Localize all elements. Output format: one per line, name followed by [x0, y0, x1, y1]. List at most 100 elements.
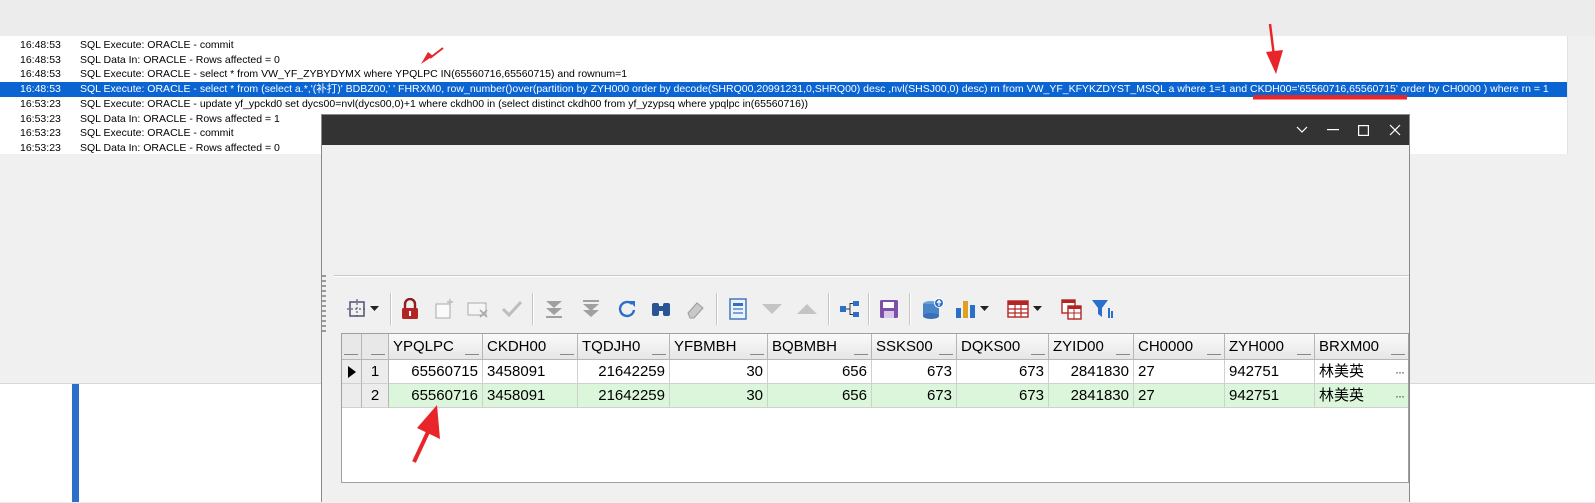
grid-settings-dropdown[interactable] [366, 294, 382, 324]
save-icon [880, 300, 898, 318]
tree-view-button[interactable] [835, 294, 865, 324]
last-record-button[interactable] [576, 294, 606, 324]
chevron-down-button[interactable] [1286, 115, 1317, 145]
cell-tqdjh0[interactable]: 21642259 [578, 360, 670, 384]
column-header-brxm00[interactable]: BRXM00 [1315, 334, 1408, 360]
grid-toolbar [336, 291, 1406, 327]
sort-asc-icon [797, 304, 817, 314]
table-layout-dropdown[interactable] [1029, 294, 1045, 324]
column-header-ckdh00[interactable]: CKDH00 [483, 334, 578, 360]
cell-dqks00[interactable]: 673 [957, 360, 1049, 384]
log-row-selected[interactable]: 16:48:53 SQL Execute: ORACLE - select * … [0, 82, 1567, 97]
column-header-bqbmbh[interactable]: BQBMBH [768, 334, 872, 360]
sort-descending-button[interactable] [757, 294, 787, 324]
cell-ch0000[interactable]: 27 [1134, 360, 1225, 384]
cell-ypqlpc[interactable]: 65560716 [389, 384, 483, 408]
report-button[interactable] [723, 294, 753, 324]
save-button[interactable] [874, 294, 904, 324]
export-button[interactable] [918, 294, 948, 324]
cell-ellipsis-button[interactable]: ··· [1395, 384, 1405, 407]
toolbar-separator [532, 293, 534, 325]
toolbar-separator [828, 293, 830, 325]
cell-zyh000[interactable]: 942751 [1225, 384, 1315, 408]
log-time: 16:48:53 [20, 68, 61, 81]
log-row[interactable]: 16:48:53 SQL Execute: ORACLE - commit [0, 38, 1567, 53]
copy-table-button[interactable] [1056, 294, 1086, 324]
cancel-edit-icon [467, 302, 488, 318]
log-message: SQL Execute: ORACLE - select * from VW_Y… [80, 68, 628, 81]
background-splitter[interactable] [72, 384, 79, 502]
cell-ellipsis-button[interactable]: ··· [1395, 360, 1405, 383]
clear-button[interactable] [680, 294, 710, 324]
cell-zyid00[interactable]: 2841830 [1049, 360, 1134, 384]
maximize-button[interactable] [1348, 115, 1379, 145]
column-header-zyh000[interactable]: ZYH000 [1225, 334, 1315, 360]
last-record-icon [583, 300, 599, 317]
table-icon [1007, 300, 1029, 318]
cell-ypqlpc[interactable]: 65560715 [389, 360, 483, 384]
row-indicator[interactable] [342, 384, 362, 408]
log-row[interactable]: 16:48:53 SQL Data In: ORACLE - Rows affe… [0, 53, 1567, 68]
cell-ch0000[interactable]: 27 [1134, 384, 1225, 408]
chart-dropdown[interactable] [976, 294, 992, 324]
sort-ascending-button[interactable] [792, 294, 822, 324]
cell-ssks00[interactable]: 673 [872, 384, 957, 408]
column-header-tqdjh0[interactable]: TQDJH0 [578, 334, 670, 360]
table-row[interactable]: 1 65560715 3458091 21642259 30 656 673 6… [342, 360, 1408, 384]
cell-bqbmbh[interactable]: 656 [768, 384, 872, 408]
column-header-yfbmbh[interactable]: YFBMBH [670, 334, 768, 360]
column-header-dqks00[interactable]: DQKS00 [957, 334, 1049, 360]
minimize-button[interactable] [1317, 115, 1348, 145]
cell-yfbmbh[interactable]: 30 [670, 384, 768, 408]
cell-ckdh00[interactable]: 3458091 [483, 360, 578, 384]
cell-brxm00-text: 林美英 [1319, 363, 1365, 380]
log-row[interactable]: 16:53:23 SQL Execute: ORACLE - update yf… [0, 97, 1567, 112]
toolbar-separator [716, 293, 718, 325]
refresh-icon [618, 300, 636, 318]
cell-brxm00[interactable]: ··· 林美英 [1315, 360, 1408, 384]
new-record-button[interactable] [429, 294, 459, 324]
cell-dqks00[interactable]: 673 [957, 384, 1049, 408]
cell-ssks00[interactable]: 673 [872, 360, 957, 384]
grid-corner[interactable] [342, 334, 362, 360]
table-row-selected[interactable]: 2 65560716 3458091 21642259 30 656 673 6… [342, 384, 1408, 408]
grid-header: YPQLPC CKDH00 TQDJH0 YFBMBH BQBMBH SSKS0… [342, 334, 1408, 360]
cell-ckdh00[interactable]: 3458091 [483, 384, 578, 408]
log-message: SQL Data In: ORACLE - Rows affected = 1 [80, 112, 280, 125]
column-header-ch0000[interactable]: CH0000 [1134, 334, 1225, 360]
find-icon [652, 303, 670, 316]
cell-brxm00[interactable]: ··· 林美英 [1315, 384, 1408, 408]
result-grid[interactable]: YPQLPC CKDH00 TQDJH0 YFBMBH BQBMBH SSKS0… [341, 333, 1409, 483]
toolbar-separator [390, 293, 392, 325]
log-message: SQL Execute: ORACLE - select * from (sel… [80, 83, 1549, 96]
cell-tqdjh0[interactable]: 21642259 [578, 384, 670, 408]
column-header-ssks00[interactable]: SSKS00 [872, 334, 957, 360]
query-result-dialog: YPQLPC CKDH00 TQDJH0 YFBMBH BQBMBH SSKS0… [321, 114, 1410, 503]
post-button[interactable] [497, 294, 527, 324]
log-message: SQL Execute: ORACLE - update yf_ypckd0 s… [80, 97, 808, 110]
panel-grip [322, 275, 326, 335]
report-icon [729, 298, 747, 320]
column-header-ypqlpc[interactable]: YPQLPC [389, 334, 483, 360]
log-time: 16:53:23 [20, 97, 61, 110]
grid-corner-rownum[interactable] [362, 334, 389, 360]
log-row[interactable]: 16:48:53 SQL Execute: ORACLE - select * … [0, 67, 1567, 82]
row-indicator[interactable] [342, 360, 362, 384]
first-record-button[interactable] [539, 294, 569, 324]
tree-icon [840, 301, 859, 317]
column-header-zyid00[interactable]: ZYID00 [1049, 334, 1134, 360]
cell-bqbmbh[interactable]: 656 [768, 360, 872, 384]
find-button[interactable] [646, 294, 676, 324]
cell-yfbmbh[interactable]: 30 [670, 360, 768, 384]
log-message: SQL Execute: ORACLE - commit [80, 39, 234, 51]
cancel-edit-button[interactable] [463, 294, 493, 324]
filter-button[interactable] [1088, 294, 1118, 324]
cell-zyh000[interactable]: 942751 [1225, 360, 1315, 384]
cell-zyid00[interactable]: 2841830 [1049, 384, 1134, 408]
refresh-button[interactable] [612, 294, 642, 324]
close-button[interactable] [1379, 115, 1410, 145]
dialog-titlebar[interactable] [322, 115, 1409, 145]
log-time: 16:48:53 [20, 39, 61, 51]
log-scrollbar[interactable] [1567, 36, 1595, 154]
lock-button[interactable] [395, 294, 425, 324]
